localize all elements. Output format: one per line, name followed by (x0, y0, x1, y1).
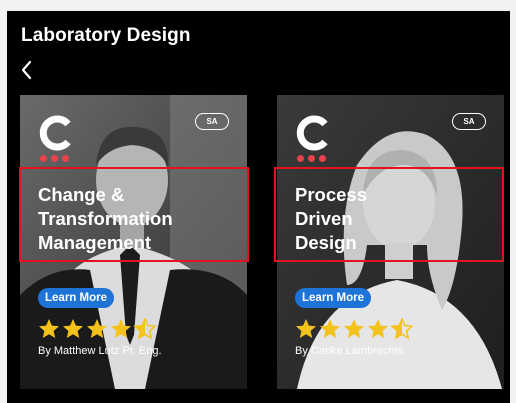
dot (308, 155, 315, 162)
star-icon (368, 319, 388, 338)
star-icon (296, 319, 316, 338)
learn-more-button[interactable]: Learn More (295, 288, 371, 308)
brand-logo-icon (296, 115, 328, 151)
author-name: By Carike Lambrechts (295, 345, 404, 357)
dot (40, 155, 47, 162)
dot (62, 155, 69, 162)
dot (297, 155, 304, 162)
learn-more-button[interactable]: Learn More (38, 288, 114, 308)
star-icon (320, 319, 340, 338)
star-icon (87, 319, 107, 338)
star-icon (39, 319, 59, 338)
title-highlight-box (19, 167, 249, 262)
author-name: By Matthew Lutz Pr. Eng. (38, 345, 162, 357)
star-rating (296, 318, 413, 339)
page-title: Laboratory Design (21, 25, 191, 46)
region-badge: SA (195, 113, 229, 130)
star-icon (344, 319, 364, 338)
back-chevron-icon[interactable] (19, 59, 35, 81)
star-icon (63, 319, 83, 338)
star-icon (111, 319, 131, 338)
brand-dots (40, 155, 69, 162)
half-star-icon (134, 318, 156, 339)
half-star-icon (391, 318, 413, 339)
brand-logo-icon (39, 115, 71, 151)
dot (319, 155, 326, 162)
title-highlight-box (274, 167, 504, 262)
star-rating (39, 318, 156, 339)
page-frame: Laboratory Design SA Change & Transforma… (0, 0, 516, 403)
brand-dots (297, 155, 326, 162)
dot (51, 155, 58, 162)
region-badge: SA (452, 113, 486, 130)
